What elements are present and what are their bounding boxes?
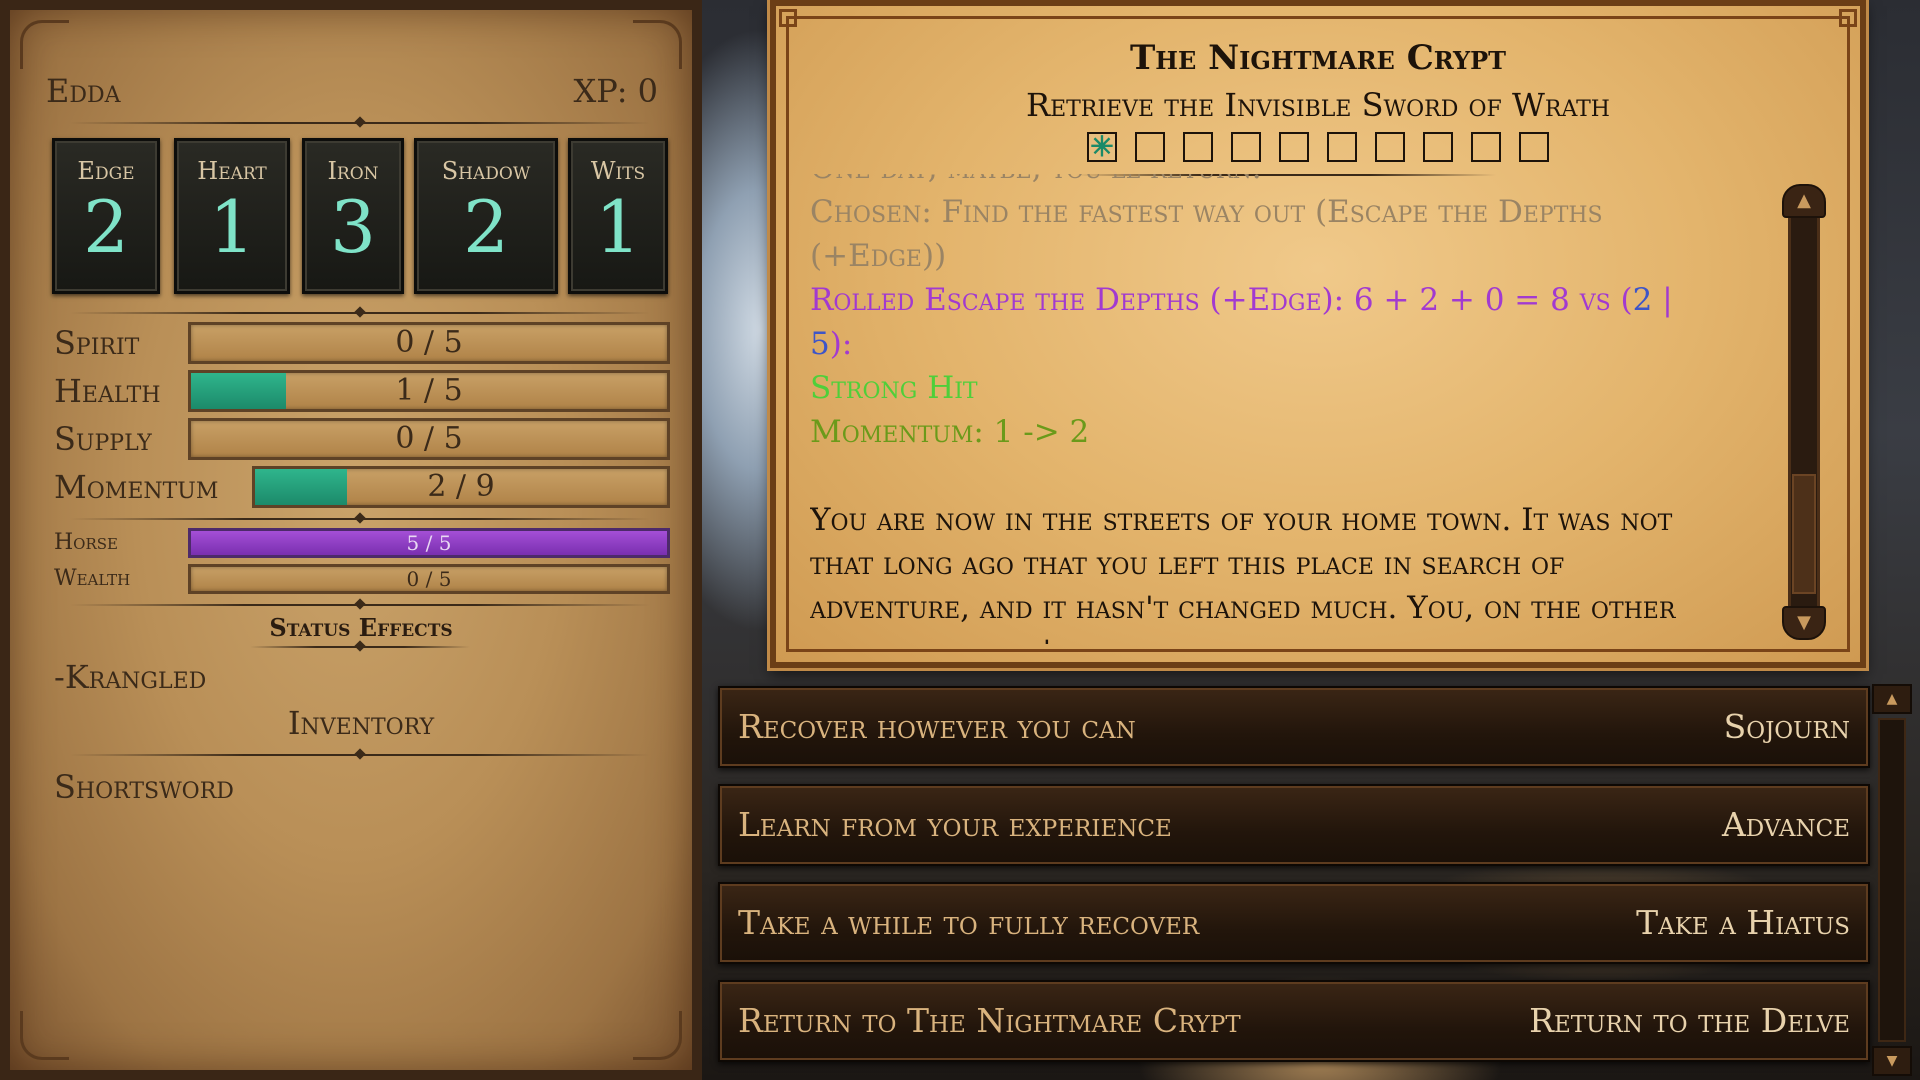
- choice-move: Take a Hiatus: [1636, 903, 1850, 942]
- stat-value: 1: [595, 185, 641, 269]
- scroll-track[interactable]: [1878, 718, 1906, 1042]
- horse-meter: 5 / 5: [188, 528, 670, 558]
- meter-text: 0 / 5: [395, 325, 463, 360]
- status-effect-item: -Krangled: [54, 658, 207, 696]
- progress-track: ✳: [776, 132, 1860, 162]
- progress-box: [1183, 132, 1213, 162]
- stat-label: Edge: [77, 157, 135, 185]
- health-meter: 1 / 5: [188, 370, 670, 412]
- choice-move: Return to the Delve: [1529, 1001, 1850, 1040]
- progress-box: [1375, 132, 1405, 162]
- divider: [70, 518, 650, 520]
- ornament-corner: [20, 1011, 69, 1060]
- character-name: Edda: [46, 72, 121, 110]
- log-narration: You are now in the streets of your home …: [810, 502, 1676, 644]
- divider: [70, 312, 650, 314]
- stat-label: Shadow: [441, 157, 531, 185]
- progress-box: [1327, 132, 1357, 162]
- xp-counter: XP: 0: [573, 72, 658, 110]
- story-scrollbar[interactable]: ▲ ▼: [1782, 184, 1826, 640]
- supply-meter: 0 / 5: [188, 418, 670, 460]
- progress-box: [1279, 132, 1309, 162]
- stat-card-shadow: Shadow 2: [414, 138, 558, 294]
- roll-sep: |: [1652, 282, 1673, 318]
- supply-label: Supply: [54, 420, 152, 458]
- horse-label: Horse: [54, 530, 119, 555]
- stat-card-wits: Wits 1: [568, 138, 668, 294]
- stat-card-iron: Iron 3: [302, 138, 404, 294]
- momentum-meter: 2 / 9: [252, 466, 670, 508]
- log-momentum: Momentum: 1 -> 2: [810, 414, 1090, 450]
- stat-value: 3: [330, 185, 376, 269]
- meter-text: 0 / 5: [395, 421, 463, 456]
- ornament-corner: [20, 20, 69, 69]
- stat-value: 1: [209, 185, 255, 269]
- stat-label: Heart: [197, 157, 267, 185]
- choice-text: Recover however you can: [738, 707, 1136, 746]
- choice-button-return[interactable]: Return to The Nightmare Crypt Return to …: [718, 980, 1870, 1062]
- scroll-down-icon[interactable]: ▼: [1872, 1046, 1912, 1076]
- stat-value: 2: [83, 185, 129, 269]
- ornament-corner: [633, 1011, 682, 1060]
- log-roll: Rolled Escape the Depths (+Edge): 6 + 2 …: [810, 278, 1700, 366]
- stat-card-heart: Heart 1: [174, 138, 290, 294]
- wealth-label: Wealth: [54, 566, 131, 591]
- progress-box: [1519, 132, 1549, 162]
- story-panel: The Nightmare Crypt Retrieve the Invisib…: [770, 0, 1866, 668]
- meter-text: 0 / 5: [406, 567, 452, 591]
- progress-box: [1231, 132, 1261, 162]
- stat-card-edge: Edge 2: [52, 138, 160, 294]
- divider: [70, 122, 650, 124]
- stat-label: Wits: [590, 157, 646, 185]
- roll-result: Strong Hit: [810, 370, 978, 406]
- divider: [250, 646, 470, 648]
- momentum-label: Momentum: [54, 468, 219, 506]
- delve-title: The Nightmare Crypt: [1129, 38, 1506, 78]
- challenge-die: 2: [1632, 282, 1653, 318]
- status-effects-title: Status Effects: [269, 613, 453, 642]
- choice-move: Advance: [1721, 805, 1850, 844]
- wealth-meter: 0 / 5: [188, 564, 670, 594]
- story-log[interactable]: One day, maybe, you'll return. Chosen: F…: [810, 174, 1700, 644]
- choice-text: Learn from your experience: [738, 805, 1172, 844]
- character-sheet: Edda XP: 0 Edge 2 Heart 1 Iron 3 Shadow …: [0, 0, 702, 1080]
- meter-text: 5 / 5: [406, 531, 452, 555]
- divider: [70, 754, 650, 756]
- stat-value: 2: [463, 185, 509, 269]
- scroll-thumb[interactable]: [1792, 474, 1816, 594]
- choice-text: Take a while to fully recover: [738, 903, 1200, 942]
- challenge-die: 5: [810, 326, 830, 362]
- stat-label: Iron: [327, 157, 379, 185]
- divider: [70, 604, 650, 606]
- spirit-meter: 0 / 5: [188, 322, 670, 364]
- meter-text: 1 / 5: [395, 373, 463, 408]
- scroll-up-icon[interactable]: ▲: [1872, 684, 1912, 714]
- choice-text: Return to The Nightmare Crypt: [738, 1001, 1241, 1040]
- log-chosen: Chosen: Find the fastest way out (Escape…: [810, 194, 1603, 274]
- roll-prefix: Rolled Escape the Depths (+Edge): 6 + 2 …: [810, 282, 1633, 318]
- log-faded-line: One day, maybe, you'll return.: [810, 174, 1700, 190]
- scroll-up-icon[interactable]: ▲: [1782, 184, 1826, 218]
- progress-box-marked: ✳: [1087, 132, 1117, 162]
- inventory-title: Inventory: [287, 704, 435, 742]
- progress-box: [1423, 132, 1453, 162]
- choice-button-sojourn[interactable]: Recover however you can Sojourn: [718, 686, 1870, 768]
- ornament-corner: [633, 20, 682, 69]
- health-label: Health: [54, 372, 161, 410]
- inventory-item: Shortsword: [54, 768, 234, 806]
- choices-scrollbar[interactable]: ▲ ▼: [1872, 684, 1912, 1076]
- choice-button-advance[interactable]: Learn from your experience Advance: [718, 784, 1870, 866]
- roll-suffix: ):: [829, 326, 853, 362]
- choice-button-hiatus[interactable]: Take a while to fully recover Take a Hia…: [718, 882, 1870, 964]
- progress-box: [1135, 132, 1165, 162]
- progress-box: [1471, 132, 1501, 162]
- meter-text: 2 / 9: [427, 469, 495, 504]
- choice-move: Sojourn: [1723, 707, 1850, 746]
- quest-title: Retrieve the Invisible Sword of Wrath: [1025, 86, 1610, 124]
- scroll-down-icon[interactable]: ▼: [1782, 606, 1826, 640]
- spirit-label: Spirit: [54, 324, 140, 362]
